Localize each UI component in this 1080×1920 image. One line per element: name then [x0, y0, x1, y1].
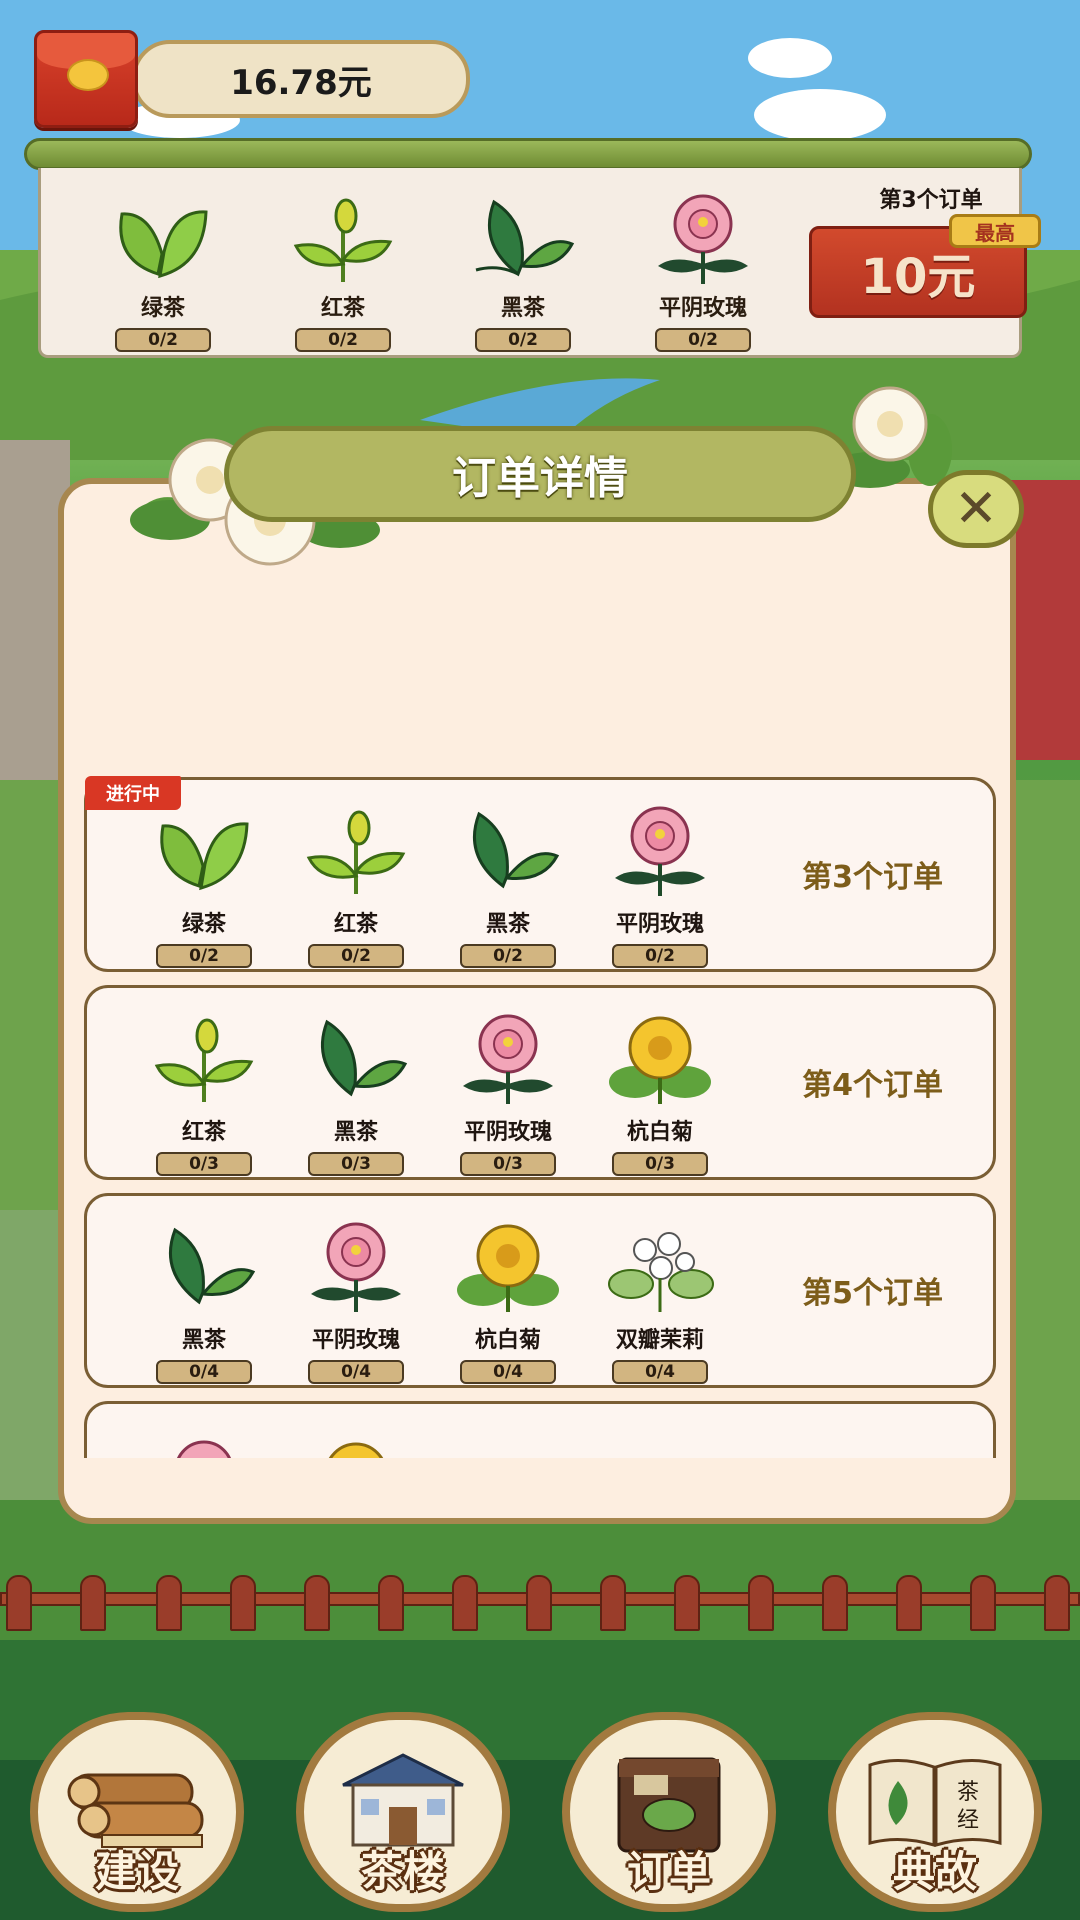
order-title: 第4个订单	[802, 1068, 943, 1103]
item-name: 双瓣茉莉	[615, 1328, 704, 1353]
order-item: 杭白菊 0/4	[433, 1220, 583, 1384]
black-tea-leaf-icon	[433, 804, 583, 900]
book-title-top: 茶	[957, 1780, 979, 1805]
item-name: 平阴玫瑰	[463, 1120, 552, 1145]
item-progress: 0/3	[612, 1152, 708, 1176]
green-tea-leaf-icon	[129, 804, 279, 900]
item-progress: 0/3	[156, 1152, 252, 1176]
nav-stories-label: 典故	[892, 1847, 977, 1896]
item-name: 绿茶	[140, 296, 185, 321]
jasmine-icon	[433, 1428, 583, 1458]
jasmine-icon	[585, 1220, 735, 1316]
order-item: 双瓣茉莉 0/4	[585, 1220, 735, 1384]
nav-teahouse-label: 茶楼	[360, 1847, 445, 1896]
red-packet-icon[interactable]	[34, 30, 138, 128]
order-card[interactable]	[84, 1401, 996, 1458]
item-name: 黑茶	[500, 296, 545, 321]
rose-icon	[633, 192, 773, 288]
order-list[interactable]: 进行中 绿茶 0/2 红茶 0/2 黑茶 0/2 平阴玫瑰 0/2 第3个订单 …	[84, 775, 996, 1458]
item-progress: 0/2	[156, 944, 252, 968]
item-progress: 0/4	[156, 1360, 252, 1384]
item-name: 红茶	[333, 912, 378, 937]
order-item: 红茶 0/3	[129, 1012, 279, 1176]
current-order-label: 第3个订单	[879, 188, 983, 213]
item-progress: 0/2	[295, 328, 391, 352]
highest-badge: 最高	[949, 214, 1041, 248]
order-item: 杭白菊 0/3	[585, 1012, 735, 1176]
green-tea-leaf-icon	[93, 192, 233, 288]
red-tea-sprout-icon	[281, 804, 431, 900]
item-progress: 0/2	[308, 944, 404, 968]
order-title: 第5个订单	[802, 1276, 943, 1311]
close-button[interactable]: ✕	[928, 470, 1024, 548]
close-icon: ✕	[954, 479, 998, 539]
rose-icon	[281, 1220, 431, 1316]
black-tea-leaf-icon	[585, 1428, 735, 1458]
item-name: 黑茶	[333, 1120, 378, 1145]
nav-build-label: 建设	[94, 1847, 179, 1896]
fence	[0, 1575, 1080, 1635]
modal-title-text: 订单详情	[452, 453, 628, 504]
order-item: 平阴玫瑰 0/3	[433, 1012, 583, 1176]
book-title-bottom: 经	[957, 1808, 979, 1833]
item-progress: 0/2	[475, 328, 571, 352]
order-title: 第3个订单	[802, 860, 943, 895]
rose-icon	[433, 1012, 583, 1108]
item-progress: 0/2	[655, 328, 751, 352]
balance-amount: 16.78元	[230, 62, 372, 103]
balance-display[interactable]: 16.78元	[132, 40, 470, 118]
chrysanthemum-icon	[433, 1220, 583, 1316]
item-name: 红茶	[181, 1120, 226, 1145]
item-name: 红茶	[320, 296, 365, 321]
item-progress: 0/3	[460, 1152, 556, 1176]
black-tea-leaf-icon	[453, 192, 593, 288]
item-name: 杭白菊	[626, 1120, 693, 1145]
order-card[interactable]: 黑茶 0/4 平阴玫瑰 0/4 杭白菊 0/4 双瓣茉莉 0/4 第5个订单	[84, 1193, 996, 1388]
item-progress: 0/4	[612, 1360, 708, 1384]
item-progress: 0/2	[115, 328, 211, 352]
red-tea-sprout-icon	[129, 1012, 279, 1108]
order-item: 平阴玫瑰 0/2	[585, 804, 735, 968]
item-progress: 0/2	[460, 944, 556, 968]
black-tea-leaf-icon	[281, 1012, 431, 1108]
top-order-item: 平阴玫瑰 0/2	[633, 192, 773, 352]
order-item: 绿茶 0/2	[129, 804, 279, 968]
item-name: 绿茶	[181, 912, 226, 937]
order-scroll-rod	[24, 138, 1032, 170]
item-progress: 0/2	[612, 944, 708, 968]
red-tea-sprout-icon	[273, 192, 413, 288]
item-name: 平阴玫瑰	[615, 912, 704, 937]
item-name: 黑茶	[485, 912, 530, 937]
top-order-item: 黑茶 0/2	[453, 192, 593, 352]
order-item: 黑茶 0/3	[281, 1012, 431, 1176]
item-progress: 0/3	[308, 1152, 404, 1176]
order-item: 黑茶 0/2	[433, 804, 583, 968]
order-card[interactable]: 进行中 绿茶 0/2 红茶 0/2 黑茶 0/2 平阴玫瑰 0/2 第3个订单	[84, 776, 996, 972]
item-progress: 0/4	[308, 1360, 404, 1384]
rose-icon	[129, 1428, 279, 1458]
rose-icon	[585, 804, 735, 900]
item-name: 平阴玫瑰	[658, 296, 747, 321]
modal-title: 订单详情	[224, 426, 856, 522]
order-item: 红茶 0/2	[281, 804, 431, 968]
item-name: 杭白菊	[474, 1328, 541, 1353]
item-name: 平阴玫瑰	[311, 1328, 400, 1353]
current-order-panel: 绿茶 0/2 红茶 0/2 黑茶 0/2 平阴玫瑰 0/2 第3个订单 10元 …	[38, 168, 1041, 358]
nav-orders-label: 订单	[626, 1847, 711, 1896]
top-order-item: 绿茶 0/2	[93, 192, 233, 352]
item-progress: 0/4	[460, 1360, 556, 1384]
order-item: 黑茶 0/4	[129, 1220, 279, 1384]
top-order-item: 红茶 0/2	[273, 192, 413, 352]
item-name: 黑茶	[181, 1328, 226, 1353]
chrysanthemum-icon	[281, 1428, 431, 1458]
chrysanthemum-icon	[585, 1012, 735, 1108]
order-item: 平阴玫瑰 0/4	[281, 1220, 431, 1384]
order-card[interactable]: 红茶 0/3 黑茶 0/3 平阴玫瑰 0/3 杭白菊 0/3 第4个订单	[84, 985, 996, 1180]
black-tea-leaf-icon	[129, 1220, 279, 1316]
